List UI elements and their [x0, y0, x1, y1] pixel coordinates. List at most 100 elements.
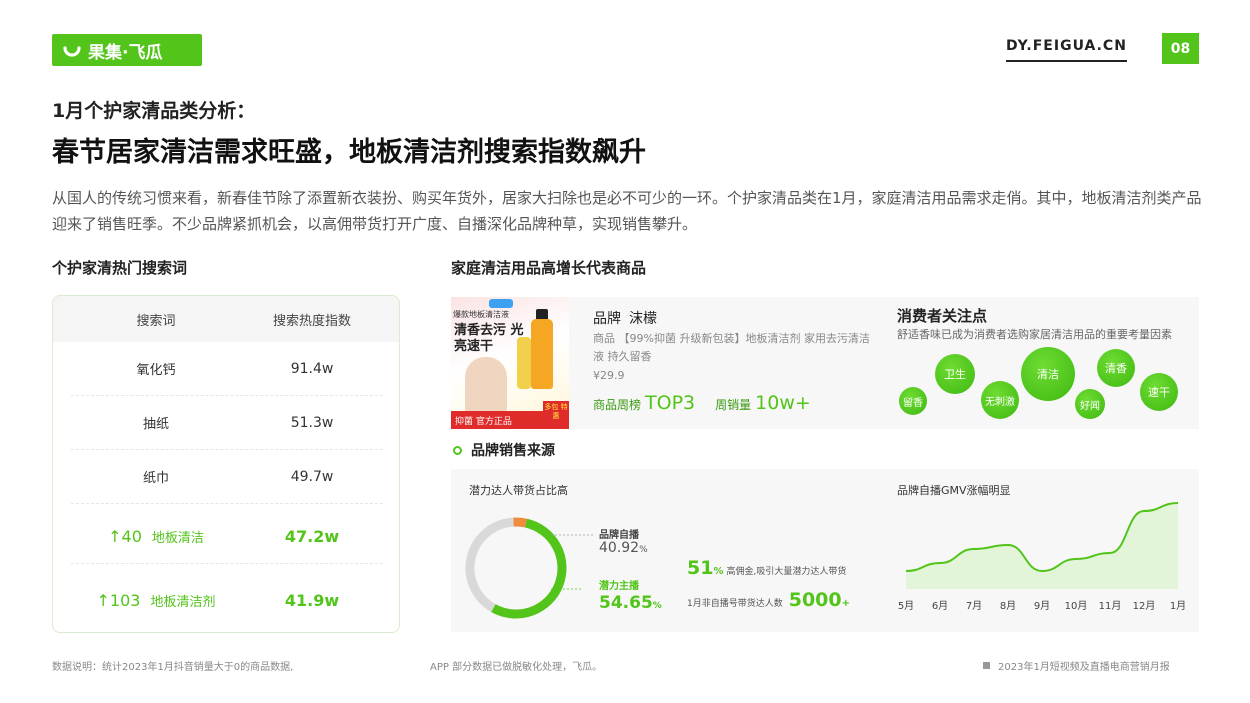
consumer-focus-description: 舒适香味已成为消费者选购家居清洁用品的重要考量因素	[897, 328, 1172, 341]
bottle-icon	[531, 319, 553, 389]
rank-change: 40	[121, 527, 142, 546]
donut-chart-title: 潜力达人带货占比高	[469, 484, 568, 497]
col-index-header: 搜索热度指数	[272, 313, 351, 329]
x-tick-label: 7月	[966, 600, 982, 612]
brand-tag	[489, 299, 513, 308]
self-broadcast-number: 40.92	[599, 540, 640, 556]
bubble-tag: 清香	[1097, 349, 1135, 387]
talent-label: 潜力主播	[599, 581, 639, 592]
image-slogan: 清香去污 光亮速干	[454, 323, 524, 354]
keyword-cell: ↑40 地板清洁	[71, 527, 241, 546]
search-keyword-table: 搜索词 搜索热度指数 氧化钙 91.4w 抽纸 51.3w 纸巾 49.7w ↑…	[52, 295, 400, 633]
table-row[interactable]: 抽纸 51.3w	[71, 396, 383, 450]
commission-number: 51	[687, 557, 714, 579]
donut-leader-lines	[551, 534, 595, 590]
product-description: 商品 【99%抑菌 升级新包装】地板清洁剂 家用去污清洁液 持久留香	[593, 332, 870, 363]
person-illustration	[465, 357, 507, 413]
gmv-area-fill	[906, 503, 1178, 589]
page-subtitle: 1月个护家清品类分析：	[52, 100, 256, 122]
commission-unit: %	[713, 566, 724, 577]
footer-mid-note: APP 部分数据已做脱敏化处理，飞瓜。	[430, 662, 603, 673]
source-section-title: 品牌销售来源	[451, 440, 555, 460]
talent-value: 54.65%	[599, 593, 662, 613]
product-brand: 品牌 沫檬	[593, 308, 657, 328]
talent-count-note: 1月非自播号带货达人数 5000+	[687, 589, 853, 611]
product-card[interactable]: 爆款地板清洁液 清香去污 光亮速干 抑菌 官方正品 多包 特惠 品牌 沫檬 商品 …	[451, 297, 1199, 429]
brand-name: 沫檬	[629, 311, 657, 327]
image-badge: 多包 特惠	[543, 401, 569, 429]
feigua-logo-icon	[63, 46, 81, 57]
feigua-logo[interactable]: 果集·飞瓜	[52, 34, 202, 66]
x-tick-label: 9月	[1034, 600, 1050, 612]
x-tick-label: 8月	[1000, 600, 1016, 612]
product-price: ¥29.9	[593, 369, 625, 382]
weekly-sales-label: 周销量	[715, 398, 752, 412]
keyword-cell: ↑103 地板清洁剂	[71, 591, 241, 610]
table-header: 搜索词 搜索热度指数	[53, 296, 399, 342]
x-tick-label: 12月	[1133, 600, 1156, 612]
index-cell: 41.9w	[284, 590, 340, 610]
talent-count-value: 5000+	[789, 589, 850, 611]
talent-count-unit: +	[841, 598, 851, 609]
page-number: 08	[1162, 33, 1199, 64]
table-row[interactable]: 氧化钙 91.4w	[71, 342, 383, 396]
weekly-rank-value: TOP3	[645, 392, 696, 414]
bubble-tag: 清洁	[1021, 347, 1075, 401]
bubble-tag: 卫生	[935, 354, 975, 394]
bubble-tag: 无刺激	[981, 381, 1019, 419]
consumer-focus-title: 消费者关注点	[897, 307, 988, 325]
x-tick-label: 10月	[1065, 600, 1088, 612]
intro-paragraph: 从国人的传统习惯来看，新春佳节除了添置新衣装扮、购买年货外，居家大扫除也是必不可…	[52, 189, 1202, 233]
table-row[interactable]: ↑40 地板清洁 47.2w	[71, 510, 383, 564]
bubble-tag: 速干	[1140, 373, 1178, 411]
index-cell: 51.3w	[290, 414, 334, 431]
rank-up-indicator: ↑40	[108, 527, 142, 546]
talent-unit: %	[652, 601, 662, 611]
donut-slice-3	[513, 517, 528, 528]
page-title: 春节居家清洁需求旺盛，地板清洁剂搜索指数飙升	[52, 137, 646, 168]
product-stats: 商品周榜 TOP3 周销量 10w+	[593, 392, 831, 414]
footer-data-note: 数据说明：统计2023年1月抖音销量大于0的商品数据,	[52, 662, 294, 673]
x-tick-label: 6月	[932, 600, 948, 612]
bubble-tag: 留香	[899, 387, 927, 415]
product-section-title: 家庭清洁用品高增长代表商品	[451, 259, 647, 277]
site-url[interactable]: DY.FEIGUA.CN	[1006, 38, 1127, 62]
weekly-sales-value: 10w+	[755, 392, 811, 414]
keyword-text: 地板清洁剂	[150, 594, 216, 610]
image-banner: 爆款地板清洁液	[453, 310, 509, 319]
search-section-title: 个护家清热门搜索词	[52, 259, 188, 277]
self-broadcast-unit: %	[639, 545, 648, 555]
keyword-text: 地板清洁	[151, 531, 204, 546]
commission-value: 51%	[687, 557, 723, 579]
bubble-tag: 好闻	[1075, 389, 1105, 419]
self-broadcast-label: 品牌自播	[599, 530, 639, 541]
col-keyword-header: 搜索词	[136, 313, 176, 329]
product-image[interactable]: 爆款地板清洁液 清香去污 光亮速干 抑菌 官方正品 多包 特惠	[451, 297, 569, 429]
table-row[interactable]: ↑103 地板清洁剂 41.9w	[71, 573, 383, 627]
x-tick-label: 1月	[1170, 600, 1186, 612]
x-tick-label: 11月	[1099, 600, 1122, 612]
weekly-rank-label: 商品周榜	[593, 398, 642, 412]
table-row[interactable]: 纸巾 49.7w	[71, 450, 383, 504]
rank-change: 103	[109, 590, 141, 610]
talent-count-number: 5000	[788, 589, 842, 611]
keyword-cell: 氧化钙	[136, 363, 176, 378]
self-broadcast-value: 40.92%	[599, 540, 648, 556]
footer-report-title: 2023年1月短视频及直播电商营销月报	[983, 658, 1170, 673]
footer-square-icon	[983, 662, 990, 669]
index-cell: 49.7w	[290, 468, 334, 485]
x-tick-label: 5月	[898, 600, 914, 612]
brand-source-panel: 潜力达人带货占比高 品牌自播GMV涨幅明显 品牌自播 40.92% 潜力主播 5…	[451, 469, 1199, 632]
bottle-icon	[517, 337, 531, 389]
keyword-cell: 抽纸	[142, 417, 169, 432]
talent-number: 54.65	[599, 593, 653, 613]
logo-text: 果集·飞瓜	[88, 42, 163, 63]
brand-label: 品牌	[593, 311, 621, 327]
index-cell: 47.2w	[284, 527, 340, 546]
commission-note: 51% 高佣金,吸引大量潜力达人带货	[687, 557, 846, 579]
rank-up-indicator: ↑103	[96, 590, 141, 610]
commission-text: 高佣金,吸引大量潜力达人带货	[726, 567, 847, 577]
source-title-text: 品牌销售来源	[471, 443, 555, 459]
index-cell: 91.4w	[290, 360, 334, 377]
section-dot-icon	[453, 445, 462, 455]
